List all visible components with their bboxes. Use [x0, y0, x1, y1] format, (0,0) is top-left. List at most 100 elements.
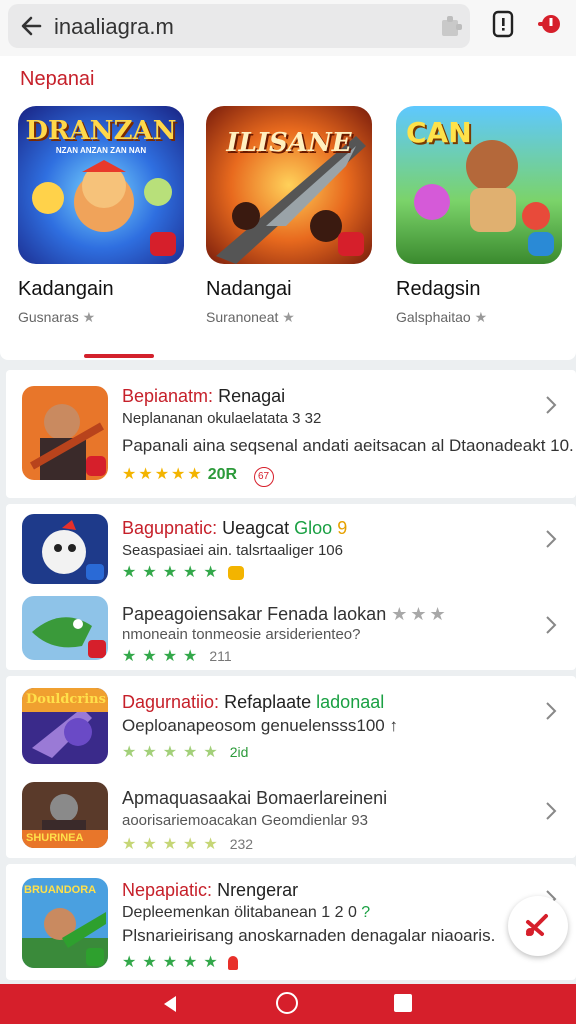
chevron-right-icon[interactable]	[544, 614, 558, 636]
app-icon[interactable]: SHURINEA	[22, 782, 108, 848]
rating-row: ★★★★ 211	[122, 646, 232, 665]
title-rest: Renagai	[213, 386, 286, 406]
list-item[interactable]: Bepianatm: Renagai Neplananan okulaelata…	[6, 370, 576, 498]
app-subtitle: Neplananan okulaelatata 3 32	[122, 410, 322, 427]
app-list-group: BRUANDORA Nepapiatic: Nrengerar Depleeme…	[6, 864, 576, 980]
puzzle-icon[interactable]	[438, 14, 464, 40]
star-rating: ★★★★★	[122, 954, 224, 971]
art-title: CAN	[406, 116, 472, 149]
rating-count: 232	[229, 836, 254, 852]
app-list-group: Bagupnatic: Ueagcat Gloo 9 Seaspasiaei a…	[6, 504, 576, 670]
app-subtitle: Oeploanapeosom genuelensss100 ↑	[122, 716, 398, 735]
star-rating: ★★★★★	[122, 836, 224, 853]
title-rest: Ueagcat	[217, 518, 290, 538]
app-icon[interactable]	[22, 386, 108, 480]
back-arrow-icon[interactable]	[18, 12, 46, 40]
chevron-right-icon[interactable]	[544, 800, 558, 822]
featured-card[interactable]: DRANZAN NZAN ANZAN ZAN NAN Kadangain Gus…	[18, 106, 184, 326]
art-title: ILISANE	[226, 128, 352, 158]
game-subtitle: Suranoneat ★	[206, 309, 372, 326]
compose-fab-icon	[526, 914, 548, 936]
app-title: Nepapiatic: Nrengerar	[122, 880, 298, 901]
featured-section: Nepanai DRANZAN NZAN ANZAN ZAN NAN Kadan	[0, 56, 576, 360]
app-subtitle: Depleemenkan ölitabanean 1 2 0 ?	[122, 904, 370, 922]
game-title[interactable]: Nadangai	[206, 278, 372, 301]
list-item[interactable]: SHURINEA Apmaquasaakai Bomaerlareineni a…	[6, 770, 576, 858]
app-list-group: Douldcrins Dagurnatiio: Refaplaate ladon…	[6, 676, 576, 858]
list-item[interactable]: Papeagoiensakar Fenada laokan ★★★ nmonea…	[6, 588, 576, 670]
rating-count: 2id	[229, 744, 249, 760]
subtitle-text: Depleemenkan ölitabanean 1 2 0	[122, 904, 357, 921]
star-icon: ★	[82, 309, 96, 325]
title-red: Dagurnatiio:	[122, 692, 220, 712]
nav-recents-icon[interactable]	[394, 994, 412, 1012]
title-rest: Nrengerar	[212, 880, 299, 900]
app-subtitle: aoorisariemoacakan Geomdienlar 93	[122, 812, 368, 829]
game-title[interactable]: Redagsin	[396, 278, 562, 301]
search-query[interactable]: inaaliagra.m	[54, 14, 174, 40]
game-art[interactable]: CAN	[396, 106, 562, 264]
title-red: Bepianatm:	[122, 386, 214, 406]
app-description: Papanali aina seqsenal andati aeitsacan …	[122, 436, 574, 455]
title-green: ladonaal	[316, 692, 385, 712]
star-rating: ★★★★★	[122, 466, 204, 483]
phone-alert-icon[interactable]	[490, 10, 516, 38]
chevron-right-icon[interactable]	[544, 394, 558, 416]
title-stars: ★★★	[391, 604, 449, 624]
title-green: Gloo	[294, 518, 333, 538]
star-rating: ★★★★★	[122, 564, 224, 581]
app-icon[interactable]	[22, 596, 108, 660]
rating-count: 211	[209, 648, 232, 664]
art-label: Douldcrins	[26, 692, 106, 707]
chevron-right-icon[interactable]	[544, 700, 558, 722]
title-rest: Papeagoiensakar Fenada laokan	[122, 604, 387, 624]
subtitle-green: ?	[361, 904, 371, 921]
art-label: SHURINEA	[26, 832, 84, 844]
nav-home-icon[interactable]	[276, 992, 298, 1014]
app-icon[interactable]: Douldcrins	[22, 688, 108, 764]
featured-card[interactable]: ILISANE Nadangai Suranoneat ★	[206, 106, 372, 326]
flame-icon	[228, 955, 239, 970]
title-orange: 9	[337, 518, 348, 538]
section-title: Nepanai	[20, 68, 95, 90]
title-rest: Refaplaate	[219, 692, 312, 712]
title-red: Bagupnatic:	[122, 518, 218, 538]
list-item[interactable]: Douldcrins Dagurnatiio: Refaplaate ladon…	[6, 676, 576, 770]
rating-row: ★★★★★ 232	[122, 834, 254, 853]
app-title: Dagurnatiio: Refaplaate ladonaal	[122, 692, 384, 713]
app-icon[interactable]: BRUANDORA	[22, 878, 108, 968]
game-title[interactable]: Kadangain	[18, 278, 184, 301]
app-title: Apmaquasaakai Bomaerlareineni	[122, 788, 388, 808]
app-title: Papeagoiensakar Fenada laokan ★★★	[122, 604, 449, 625]
app-icon[interactable]	[22, 514, 108, 584]
list-item[interactable]: Bagupnatic: Ueagcat Gloo 9 Seaspasiaei a…	[6, 504, 576, 588]
search-bar[interactable]: inaaliagra.m	[8, 4, 470, 48]
app-subtitle: Seaspasiaei ain. talsrtaaliger 106	[122, 542, 343, 559]
list-item[interactable]: BRUANDORA Nepapiatic: Nrengerar Depleeme…	[6, 864, 576, 980]
star-icon: ★	[282, 309, 295, 325]
top-bar: inaaliagra.m	[0, 0, 576, 56]
game-art[interactable]: DRANZAN NZAN ANZAN ZAN NAN	[18, 106, 184, 264]
rating-row: ★★★★★ 2id	[122, 742, 249, 761]
compose-fab[interactable]	[508, 896, 568, 956]
game-subtitle: Galsphaitao ★	[396, 309, 562, 326]
rating-row: ★★★★★	[122, 562, 245, 581]
coin-icon	[228, 565, 245, 580]
app-title: Bagupnatic: Ueagcat Gloo 9	[122, 518, 347, 539]
system-nav-bar	[0, 984, 576, 1024]
featured-card[interactable]: CAN Redagsin Galsphaitao ★	[396, 106, 562, 326]
notification-dot-icon[interactable]	[536, 12, 564, 36]
rating-row: ★★★★★	[122, 952, 239, 971]
app-list-group: Bepianatm: Renagai Neplananan okulaelata…	[6, 370, 576, 498]
art-title: DRANZAN	[25, 116, 177, 146]
chevron-right-icon[interactable]	[544, 528, 558, 550]
game-art[interactable]: ILISANE	[206, 106, 372, 264]
star-rating: ★★★★★	[122, 744, 224, 761]
game-subtitle: Gusnaras ★	[18, 309, 184, 326]
tab-indicator	[84, 354, 154, 358]
rating-value: 20R	[207, 466, 238, 483]
app-description: Plsnarieirisang anoskarnaden denagalar n…	[122, 926, 496, 945]
age-badge: 67	[253, 467, 274, 487]
nav-back-icon[interactable]	[160, 994, 180, 1014]
app-subtitle: nmoneain tonmeosie arsiderienteo?	[122, 626, 361, 643]
